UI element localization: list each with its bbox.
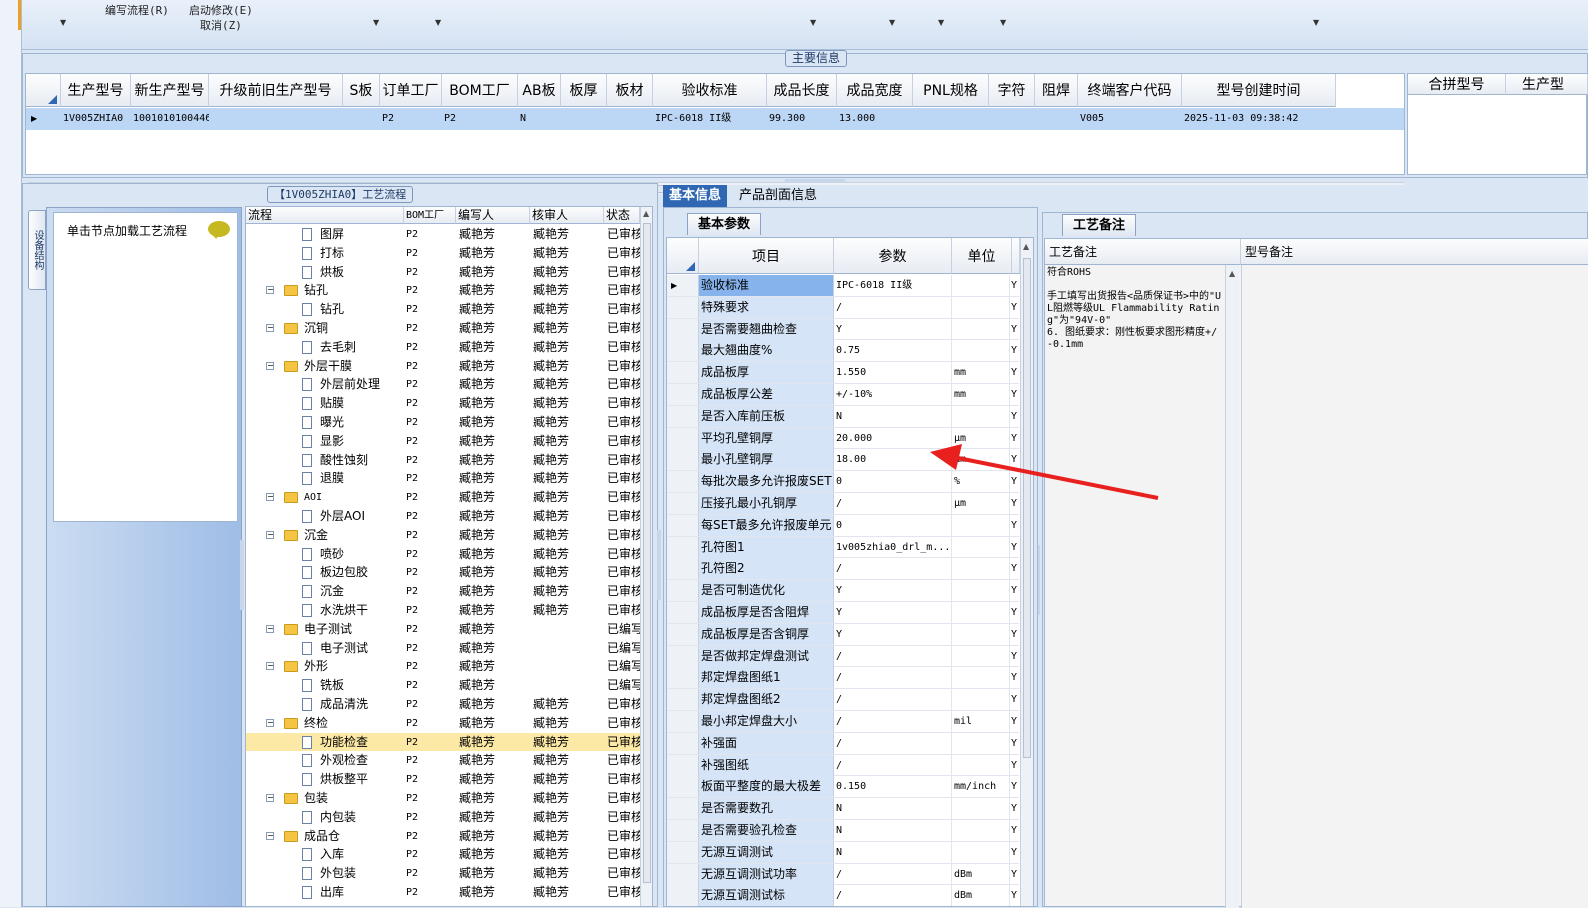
annotation-arrow-icon [930,444,1159,500]
